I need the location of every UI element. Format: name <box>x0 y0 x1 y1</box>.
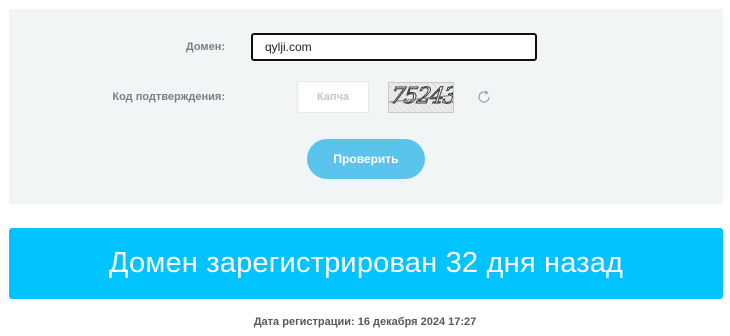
page: Домен: Код подтверждения: 75243 Проверит… <box>0 0 730 336</box>
domain-label: Домен: <box>185 41 225 53</box>
domain-check-form: Домен: Код подтверждения: 75243 Проверит… <box>9 9 723 204</box>
confirmation-code-label: Код подтверждения: <box>112 91 225 103</box>
result-banner: Домен зарегистрирован 32 дня назад <box>9 228 723 299</box>
captcha-image: 75243 <box>388 82 454 113</box>
result-headline: Домен зарегистрирован 32 дня назад <box>108 247 624 279</box>
refresh-icon-graphic <box>478 90 490 103</box>
registration-date: Дата регистрации: 16 декабря 2024 17:27 <box>253 316 477 328</box>
captcha-input[interactable] <box>297 81 369 113</box>
domain-input[interactable] <box>251 33 537 61</box>
check-button[interactable]: Проверить <box>307 139 425 179</box>
refresh-icon[interactable] <box>475 88 493 106</box>
